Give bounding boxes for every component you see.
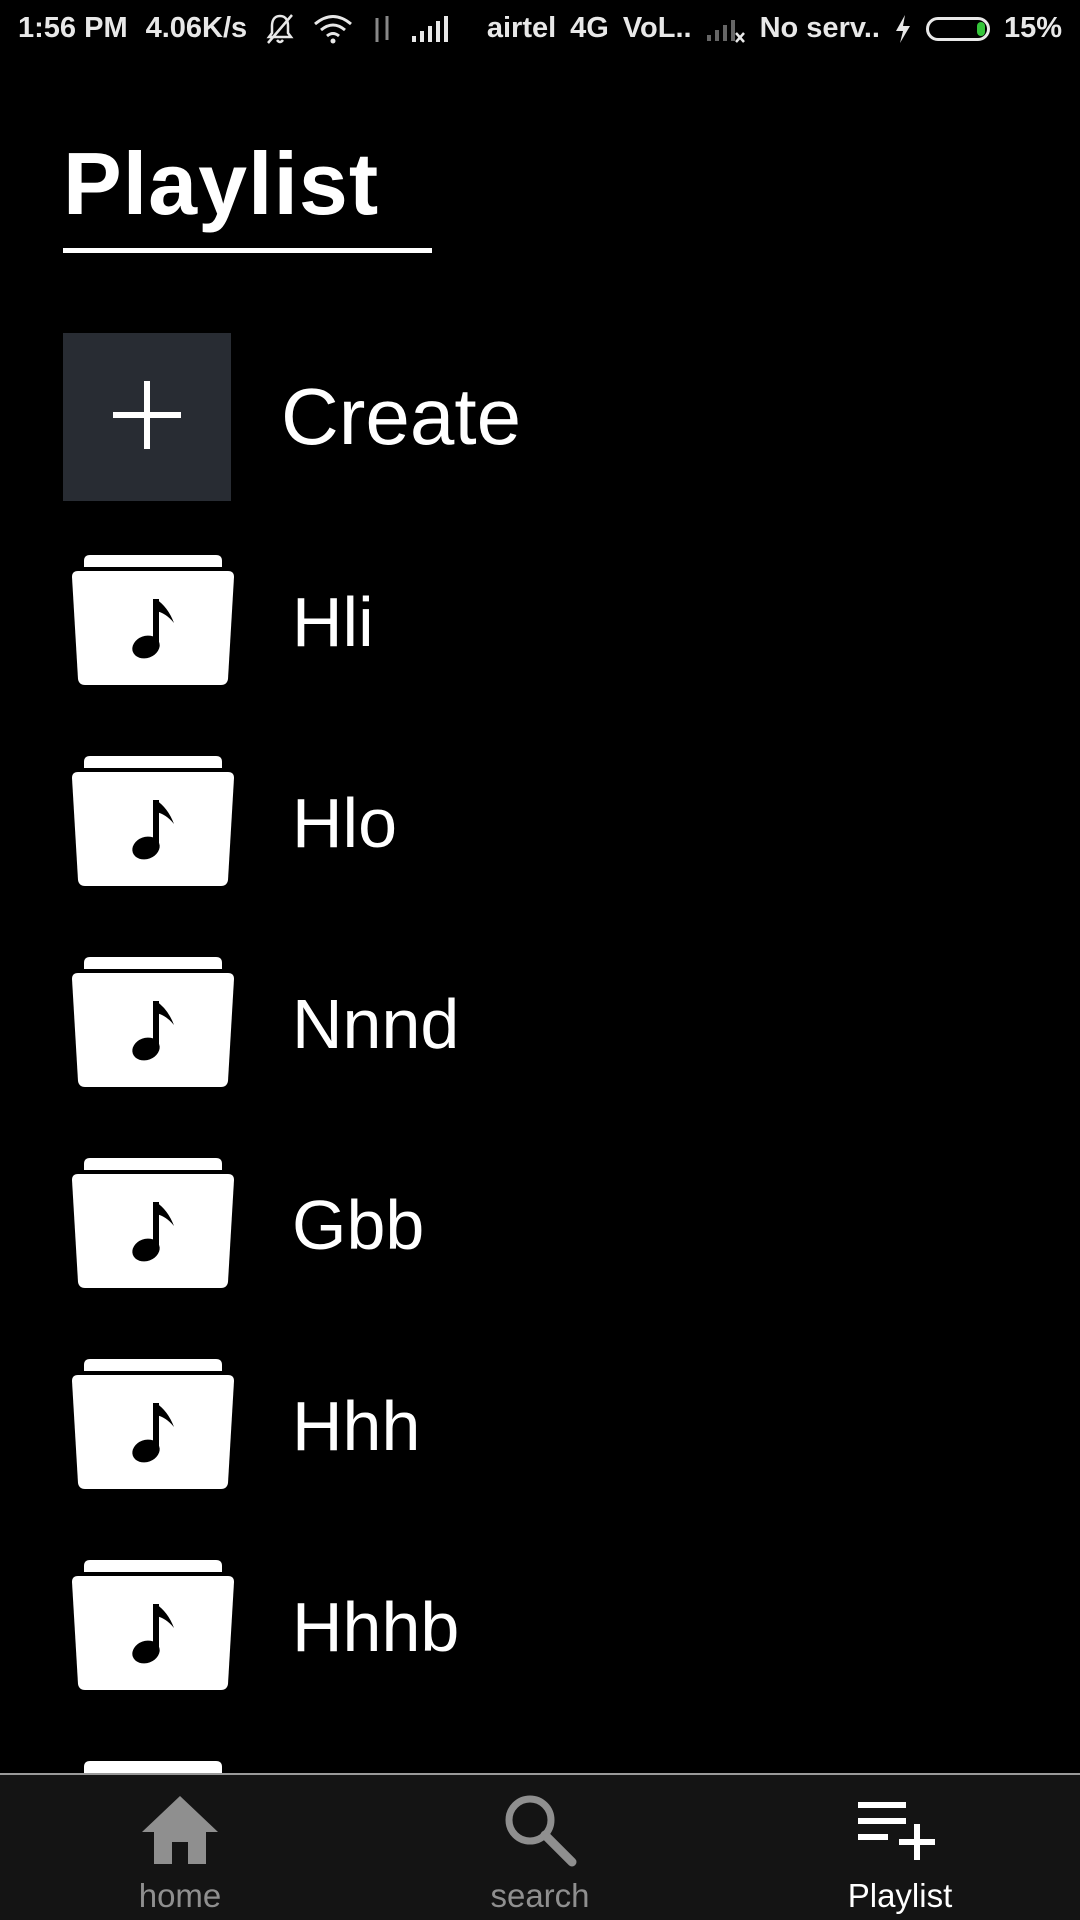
playlist-list[interactable]: Hli Hlo Nnnd Gbb Hhh Hhhb [0,555,1080,1773]
tab-playlist[interactable]: Playlist [720,1775,1080,1920]
bottom-nav: home search Playlist [0,1773,1080,1920]
search-icon [502,1785,578,1875]
signal-icon [411,15,451,42]
tab-search-label: search [490,1877,590,1914]
status-speed: 4.06K/s [145,12,248,44]
plus-icon [113,380,181,454]
charging-icon [894,14,912,44]
playlist-item[interactable]: Hlo [70,754,397,893]
playlist-add-icon [858,1785,942,1875]
playlist-item-label: Hhh [292,1387,421,1465]
tab-playlist-label: Playlist [847,1877,953,1914]
status-time: 1:56 PM [18,12,128,44]
playlist-item-label: Nnnd [292,985,460,1063]
playlist-item-label: Hlo [292,784,398,862]
playlist-item[interactable]: Hli [70,555,374,692]
status-volte: VoL.. [622,12,692,44]
status-bar: 1:56 PM 4.06K/s airtel 4G VoL.. No serv.… [0,0,1080,60]
status-network: 4G [570,12,609,44]
music-folder-icon [70,955,236,1094]
music-folder-icon [70,555,236,692]
bell-muted-icon [265,13,295,45]
home-icon [140,1785,220,1875]
title-underline [63,248,432,253]
music-folder-icon [70,1357,236,1496]
playlist-item[interactable]: Hhh [70,1357,420,1496]
create-tile [63,333,231,501]
playlist-item-label: Hli [292,583,374,661]
tab-home-label: home [138,1877,222,1914]
music-folder-icon [70,1156,236,1295]
battery-fill [976,21,985,36]
tab-search[interactable]: search [360,1775,720,1920]
wifi-icon [313,14,353,44]
create-playlist-button[interactable]: Create [63,333,521,501]
battery-icon [925,16,990,41]
create-label: Create [281,372,522,461]
playlist-screen: 1:56 PM 4.06K/s airtel 4G VoL.. No serv.… [0,0,1080,1920]
music-folder-icon [70,1558,236,1697]
playlist-item-label: Gbb [292,1186,425,1264]
status-carrier: airtel [486,12,557,44]
status-battery-percent: 15% [1003,12,1062,44]
signal-x-icon [706,15,746,43]
music-folder-icon [70,754,236,893]
tab-home[interactable]: home [0,1775,360,1920]
playlist-item[interactable] [70,1759,236,1774]
playlist-item-label: Hhhb [292,1588,460,1666]
playlist-item[interactable]: Nnnd [70,955,459,1094]
playlist-item[interactable]: Hhhb [70,1558,459,1697]
data-arrows-icon [371,14,393,44]
status-service: No serv.. [759,12,880,44]
playlist-item[interactable]: Gbb [70,1156,424,1295]
music-folder-icon [70,1759,236,1774]
page-title: Playlist [63,134,380,233]
